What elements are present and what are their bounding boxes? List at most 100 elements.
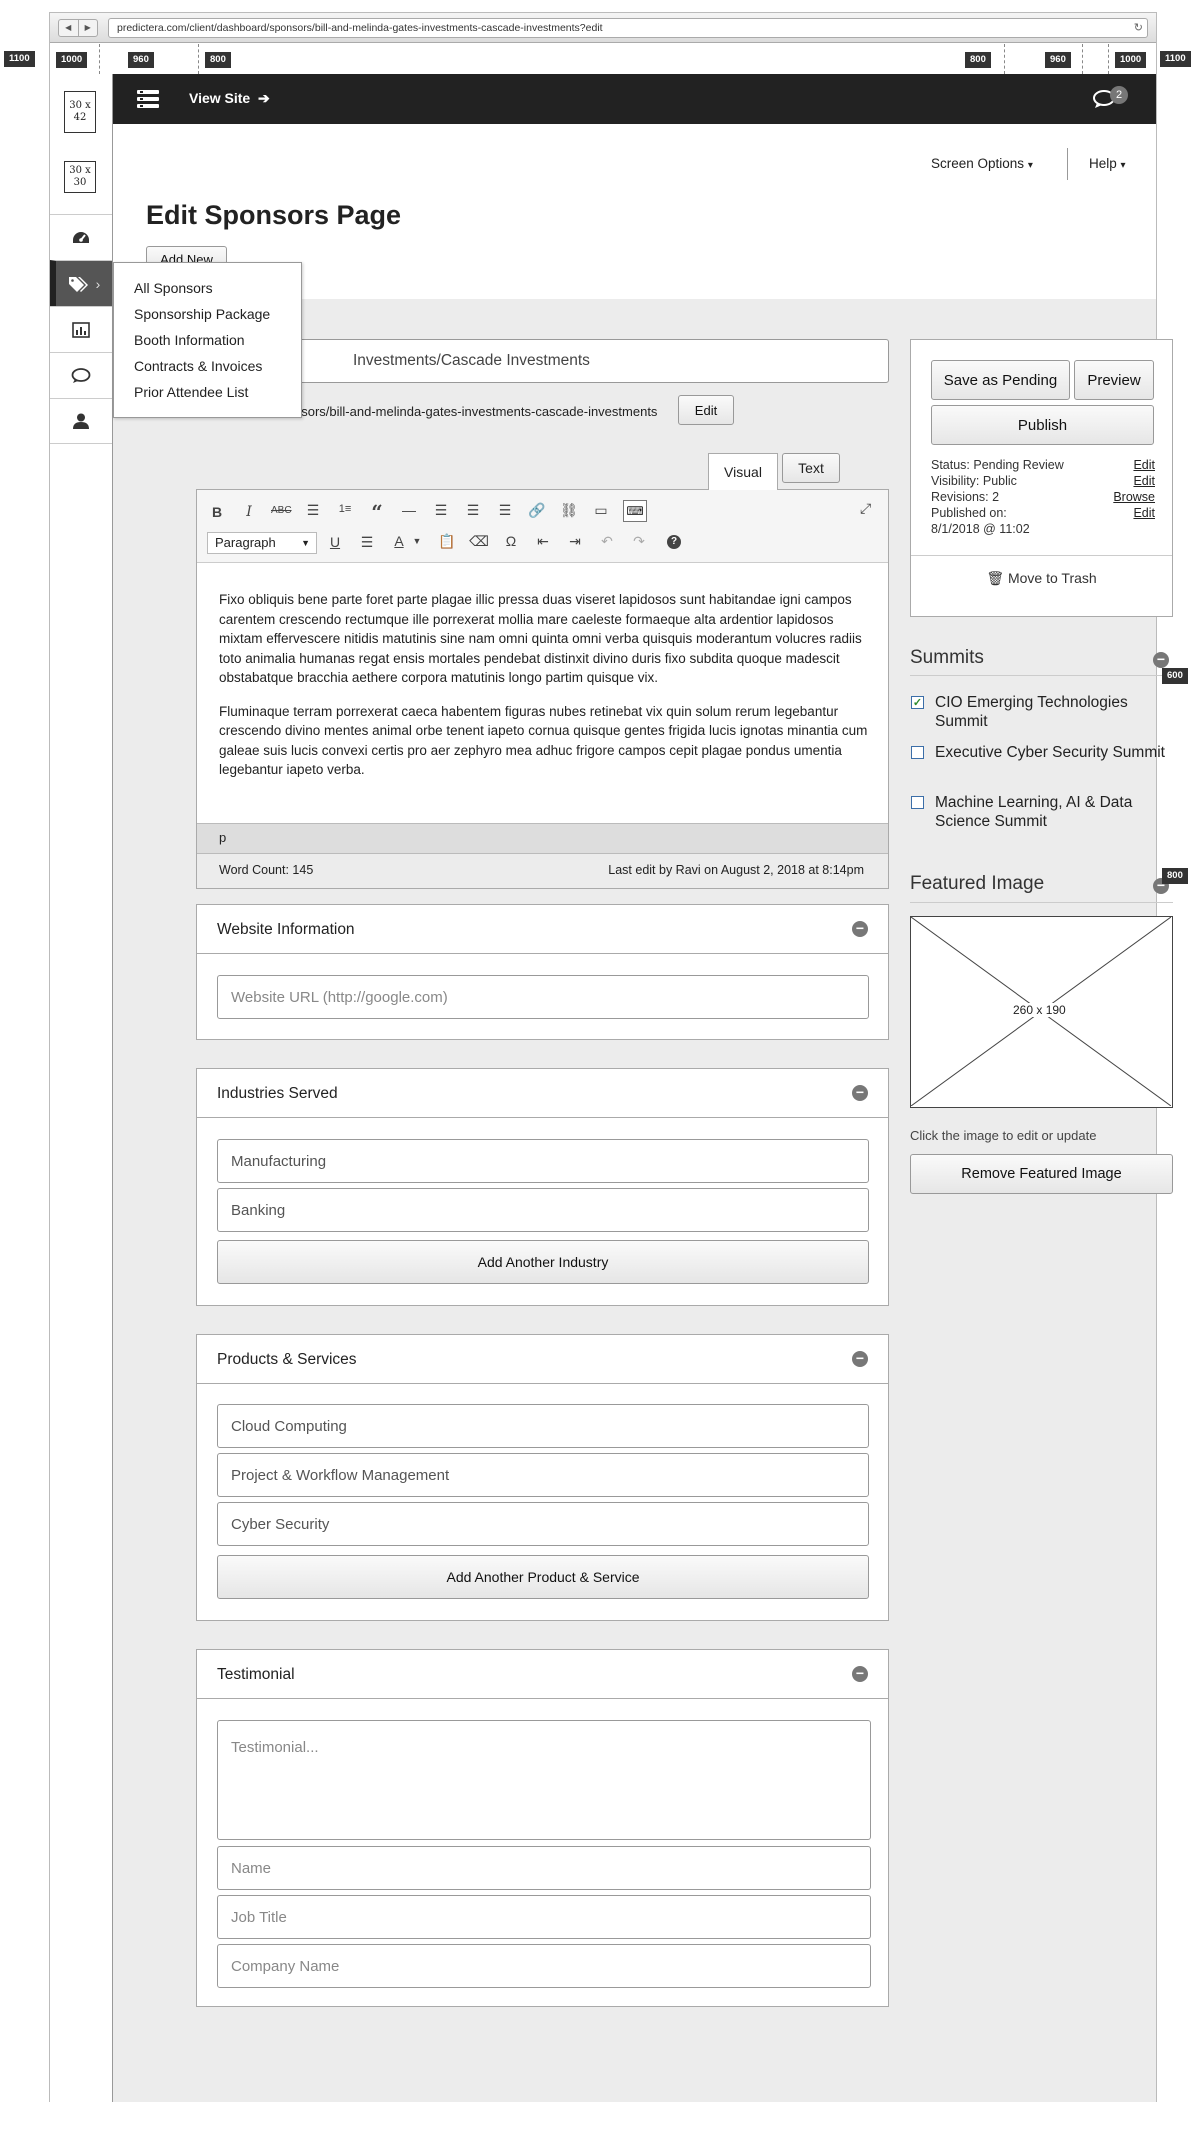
product-input[interactable]: Project & Workflow Management — [217, 1453, 869, 1497]
forward-icon[interactable]: ▶ — [77, 20, 98, 36]
browse-revisions-link[interactable]: Browse — [1113, 489, 1155, 505]
testimonial-textarea[interactable]: Testimonial... — [217, 1720, 871, 1840]
screen-options-toggle[interactable]: Screen Options ▾ — [931, 156, 1033, 171]
last-edit-info: Last edit by Ravi on August 2, 2018 at 8… — [608, 863, 864, 877]
outdent-icon[interactable]: ⇤ — [533, 533, 553, 550]
sidebar-item-dashboard[interactable] — [50, 214, 112, 260]
clear-formatting-icon[interactable]: ⌫ — [469, 533, 489, 550]
reload-icon[interactable]: ↻ — [1134, 19, 1143, 37]
remove-featured-image-button[interactable]: Remove Featured Image — [910, 1154, 1173, 1194]
featured-image-placeholder[interactable]: 260 x 190 — [910, 916, 1173, 1108]
flyout-item-contracts-invoices[interactable]: Contracts & Invoices — [134, 358, 262, 374]
breakpoint-ruler: 1000 960 800 800 960 1000 — [50, 44, 1156, 74]
job-title-input[interactable]: Job Title — [217, 1895, 871, 1939]
summit-checkbox[interactable] — [911, 746, 924, 759]
toolbar-toggle-icon[interactable]: ⌨ — [623, 500, 647, 522]
ruler-tag-960-left: 960 — [128, 52, 154, 68]
flyout-item-all-sponsors[interactable]: All Sponsors — [134, 280, 213, 296]
edit-status-link[interactable]: Edit — [1133, 457, 1155, 473]
notifications-button[interactable]: 2 — [1092, 86, 1136, 112]
text-color-icon[interactable]: A — [389, 533, 409, 549]
flyout-item-booth-information[interactable]: Booth Information — [134, 332, 245, 348]
special-character-icon[interactable]: Ω — [501, 533, 521, 549]
name-input[interactable]: Name — [217, 1846, 871, 1890]
collapse-icon[interactable]: − — [852, 1351, 868, 1367]
featured-hint: Click the image to edit or update — [910, 1128, 1097, 1143]
preview-button[interactable]: Preview — [1074, 360, 1154, 400]
publish-meta: Status: Pending Review Edit Visibility: P… — [931, 457, 1155, 537]
italic-icon[interactable]: I — [239, 504, 259, 520]
blockquote-icon[interactable]: “ — [367, 500, 387, 524]
underline-icon[interactable]: U — [325, 534, 345, 550]
industry-input[interactable]: Manufacturing — [217, 1139, 869, 1183]
flyout-item-sponsorship-package[interactable]: Sponsorship Package — [134, 306, 270, 322]
testimonial-panel: Testimonial − Testimonial... Name Job Ti… — [196, 1649, 889, 2007]
edit-visibility-link[interactable]: Edit — [1133, 473, 1155, 489]
unlink-icon[interactable]: ⛓ — [559, 502, 579, 519]
permalink-edit-button[interactable]: Edit — [678, 395, 734, 425]
industry-input[interactable]: Banking — [217, 1188, 869, 1232]
paste-text-icon[interactable]: 📋 — [437, 533, 457, 550]
add-industry-button[interactable]: Add Another Industry — [217, 1240, 869, 1284]
align-left-icon[interactable]: ☰ — [431, 502, 451, 519]
help-icon[interactable]: ? — [667, 535, 681, 549]
collapse-icon[interactable]: − — [852, 921, 868, 937]
visibility-text: Visibility: Public — [931, 474, 1017, 488]
summit-checkbox-checked[interactable]: ✓ — [911, 696, 924, 709]
url-text: predictera.com/client/dashboard/sponsors… — [117, 22, 603, 34]
redo-icon[interactable]: ↷ — [629, 533, 649, 550]
fullscreen-icon[interactable]: ⤢ — [860, 500, 871, 517]
tab-text[interactable]: Text — [782, 453, 840, 483]
logo-placeholder-42[interactable]: 30 x 42 — [64, 91, 96, 133]
collapse-icon[interactable]: − — [852, 1666, 868, 1682]
edit-published-link[interactable]: Edit — [1133, 505, 1155, 521]
summit-checkbox[interactable] — [911, 796, 924, 809]
product-input[interactable]: Cyber Security — [217, 1502, 869, 1546]
numbered-list-icon[interactable]: 1≡ — [335, 503, 355, 515]
tab-visual[interactable]: Visual — [708, 453, 778, 490]
flyout-item-prior-attendee-list[interactable]: Prior Attendee List — [134, 384, 248, 400]
text-color-dropdown-icon[interactable]: ▼ — [407, 536, 427, 546]
undo-icon[interactable]: ↶ — [597, 533, 617, 550]
menu-toggle-icon[interactable] — [137, 89, 159, 109]
sidebar-item-comments[interactable] — [50, 352, 112, 398]
content-editor: B I ABC ☰ 1≡ “ — ☰ ☰ ☰ 🔗 ⛓ ▭ ⌨ ⤢ Paragra… — [196, 489, 889, 889]
ruler-tag-1100-left: 1100 — [4, 51, 35, 67]
sidebar-item-reports[interactable] — [50, 306, 112, 352]
view-site-link[interactable]: View Site ➔ — [189, 90, 270, 107]
link-icon[interactable]: 🔗 — [527, 502, 547, 519]
bold-icon[interactable]: B — [207, 504, 227, 520]
collapse-icon[interactable]: − — [1153, 652, 1169, 668]
save-as-pending-button[interactable]: Save as Pending — [931, 360, 1070, 400]
align-right-icon[interactable]: ☰ — [495, 502, 515, 519]
summit-label: Executive Cyber Security Summit — [935, 744, 1165, 761]
strikethrough-icon[interactable]: ABC — [271, 505, 292, 516]
chevron-right-icon: › — [95, 275, 101, 292]
company-name-input[interactable]: Company Name — [217, 1944, 871, 1988]
url-bar[interactable]: predictera.com/client/dashboard/sponsors… — [108, 18, 1148, 38]
help-toggle[interactable]: Help ▾ — [1089, 156, 1126, 171]
back-icon[interactable]: ◀ — [59, 20, 78, 36]
website-url-input[interactable]: Website URL (http://google.com) — [217, 975, 869, 1019]
collapse-icon[interactable]: − — [852, 1085, 868, 1101]
chevron-down-icon: ▾ — [1120, 160, 1126, 171]
indent-icon[interactable]: ⇥ — [565, 533, 585, 550]
format-select[interactable]: Paragraph ▼ — [207, 532, 317, 554]
justify-icon[interactable]: ☰ — [357, 534, 377, 551]
revisions-text: Revisions: 2 — [931, 490, 1000, 504]
sidebar-item-sponsors[interactable]: › — [50, 260, 112, 306]
product-input[interactable]: Cloud Computing — [217, 1404, 869, 1448]
panel-title: Website Information — [197, 905, 888, 954]
chevron-down-icon: ▾ — [1027, 160, 1033, 171]
publish-button[interactable]: Publish — [931, 405, 1154, 445]
permalink-text[interactable]: nsors/bill-and-melinda-gates-investments… — [294, 404, 657, 419]
read-more-icon[interactable]: ▭ — [591, 502, 611, 519]
sidebar-item-users[interactable] — [50, 398, 112, 444]
horizontal-line-icon[interactable]: — — [399, 502, 419, 518]
editor-body[interactable]: Fixo obliquis bene parte foret parte pla… — [219, 590, 871, 780]
align-center-icon[interactable]: ☰ — [463, 502, 483, 519]
logo-placeholder-30[interactable]: 30 x 30 — [64, 161, 96, 193]
move-to-trash-link[interactable]: 🗑 Move to Trash — [911, 570, 1172, 587]
add-product-button[interactable]: Add Another Product & Service — [217, 1555, 869, 1599]
bullet-list-icon[interactable]: ☰ — [303, 502, 323, 519]
